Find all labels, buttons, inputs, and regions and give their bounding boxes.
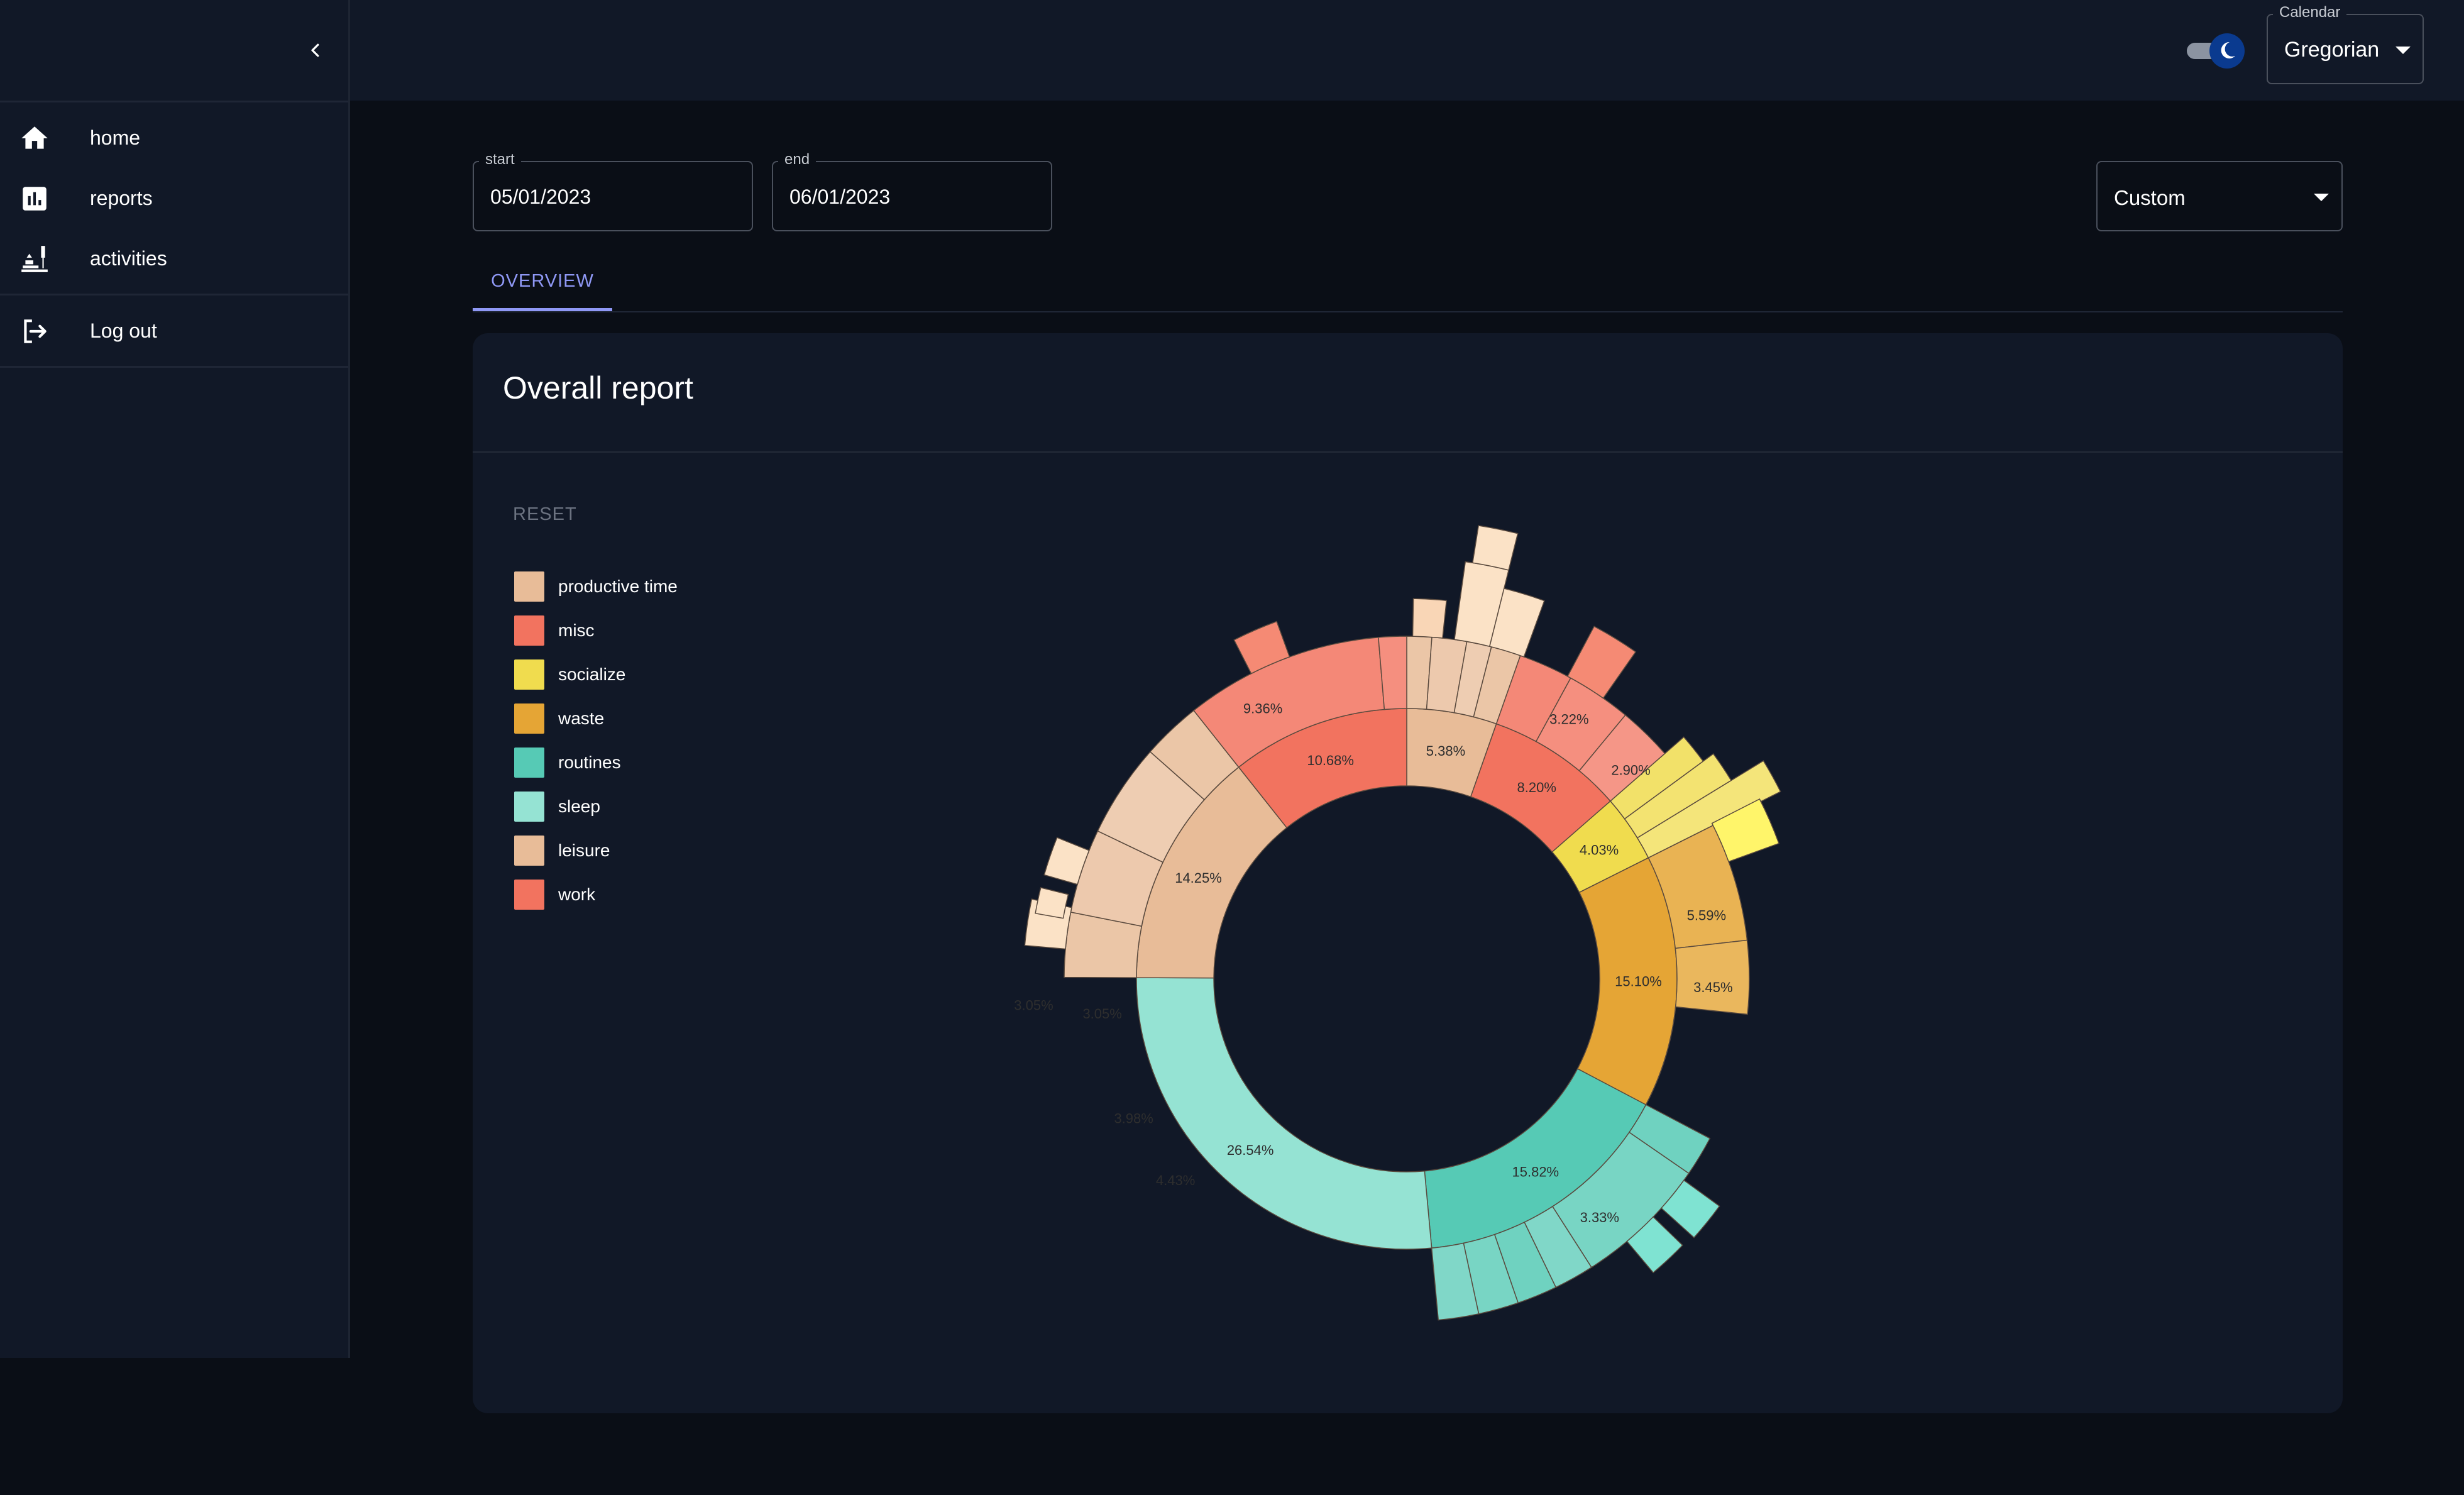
sidebar-logout-section: Log out bbox=[0, 295, 348, 368]
segment-label: 5.59% bbox=[1687, 908, 1726, 924]
bar-chart-icon bbox=[23, 187, 47, 211]
segment-label: 3.33% bbox=[1580, 1210, 1619, 1225]
calendar-label: Calendar bbox=[2273, 4, 2347, 21]
start-date-label: start bbox=[479, 151, 521, 168]
top-bar bbox=[350, 0, 2464, 101]
sidebar-item-home[interactable]: home bbox=[0, 108, 348, 168]
sunburst-chart: 5.38% 8.20% 4.03% 15.10% 15.82% 26.54% 14.25% 1… bbox=[1014, 525, 1781, 1321]
logout-button[interactable]: Log out bbox=[0, 301, 348, 361]
segment-label: 3.22% bbox=[1549, 712, 1588, 727]
home-icon bbox=[21, 126, 48, 149]
sunburst-leaf-segment[interactable] bbox=[1035, 886, 1069, 919]
segment-label: 3.05% bbox=[1082, 1006, 1121, 1022]
tabs-bar: OVERVIEW bbox=[473, 255, 2343, 312]
range-preset-select[interactable]: Custom bbox=[2096, 161, 2343, 231]
segment-label: 10.68% bbox=[1307, 753, 1354, 768]
caret-down-icon bbox=[2314, 194, 2329, 201]
start-date-field[interactable]: start 05/01/2023 bbox=[473, 151, 753, 231]
activities-icon bbox=[21, 246, 48, 272]
sidebar-header bbox=[0, 0, 348, 102]
calendar-select[interactable]: Calendar Gregorian bbox=[2267, 4, 2424, 84]
sunburst-leaf-segment[interactable] bbox=[1412, 598, 1448, 639]
logout-label: Log out bbox=[90, 319, 157, 342]
sunburst-leaf-segment[interactable] bbox=[1471, 525, 1519, 571]
range-preset-value: Custom bbox=[2114, 186, 2186, 209]
sidebar-item-activities[interactable]: activities bbox=[0, 228, 348, 289]
end-date-label: end bbox=[778, 151, 817, 168]
segment-label: 5.38% bbox=[1426, 743, 1465, 759]
tab-overview[interactable]: OVERVIEW bbox=[473, 255, 612, 311]
calendar-value: Gregorian bbox=[2284, 38, 2380, 62]
end-date-field[interactable]: end 06/01/2023 bbox=[772, 151, 1052, 231]
sidebar-item-label: reports bbox=[90, 186, 153, 209]
logout-icon bbox=[24, 319, 47, 343]
start-date-value: 05/01/2023 bbox=[490, 185, 591, 208]
chevron-left-icon bbox=[311, 43, 319, 57]
segment-label: 4.03% bbox=[1580, 842, 1619, 858]
end-date-value: 06/01/2023 bbox=[789, 185, 891, 208]
sidebar: home reports activities Log out bbox=[0, 0, 350, 1358]
segment-label: 2.90% bbox=[1611, 763, 1650, 778]
segment-label: 3.05% bbox=[1014, 998, 1053, 1013]
sidebar-item-reports[interactable]: reports bbox=[0, 168, 348, 228]
sidebar-item-label: home bbox=[90, 126, 141, 149]
segment-label: 14.25% bbox=[1175, 870, 1222, 886]
segment-label: 15.82% bbox=[1512, 1164, 1559, 1179]
sidebar-item-label: activities bbox=[90, 246, 167, 270]
segment-label: 3.45% bbox=[1693, 979, 1732, 995]
segment-label: 15.10% bbox=[1615, 974, 1662, 990]
segment-label: 26.54% bbox=[1227, 1142, 1274, 1158]
sunburst-segment-sleep[interactable] bbox=[1136, 977, 1433, 1250]
collapse-sidebar-button[interactable] bbox=[300, 35, 331, 66]
segment-label: 4.43% bbox=[1156, 1172, 1195, 1188]
segment-label: 3.98% bbox=[1114, 1110, 1153, 1126]
caret-down-icon bbox=[2395, 47, 2411, 54]
sidebar-nav: home reports activities bbox=[0, 102, 348, 295]
report-card: Overall report RESET productive time misc… bbox=[473, 333, 2343, 1413]
theme-toggle[interactable] bbox=[2184, 33, 2247, 69]
segment-label: 9.36% bbox=[1243, 701, 1282, 717]
dark-mode-switch-icon bbox=[2187, 33, 2245, 69]
segment-label: 8.20% bbox=[1517, 780, 1556, 795]
sunburst-subsegment[interactable] bbox=[1675, 939, 1750, 1015]
